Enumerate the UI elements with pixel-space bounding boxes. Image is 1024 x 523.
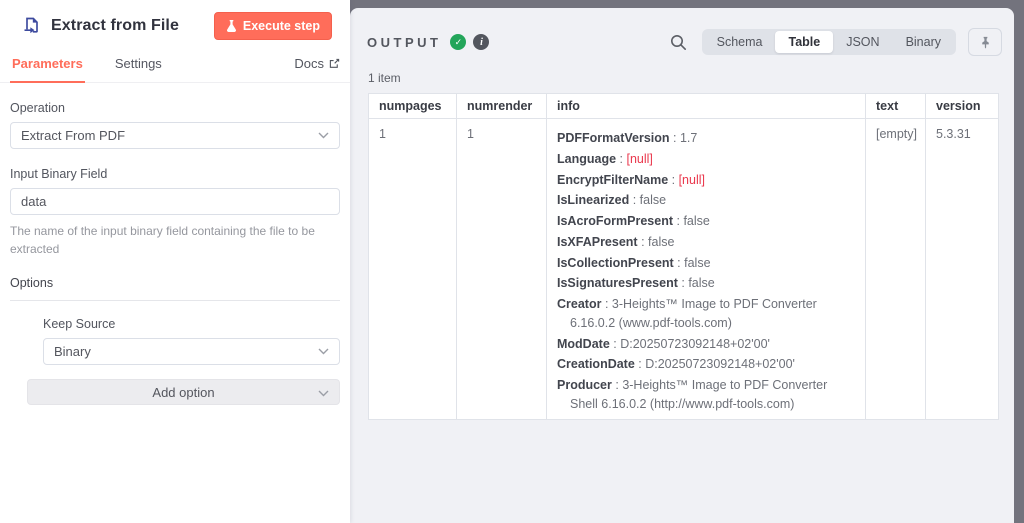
info-entry: IsLinearized : false xyxy=(557,191,855,210)
extract-from-file-node-icon xyxy=(22,16,42,36)
chevron-down-icon xyxy=(318,390,329,397)
info-entry: Creator : 3-Heights™ Image to PDF Conver… xyxy=(557,295,855,333)
operation-select[interactable]: Extract From PDF xyxy=(10,122,340,149)
add-option-label: Add option xyxy=(152,385,214,400)
operation-label: Operation xyxy=(10,101,340,115)
tab-settings[interactable]: Settings xyxy=(113,56,164,82)
output-view-switcher: Schema Table JSON Binary xyxy=(702,29,956,55)
cell-text: [empty] xyxy=(866,119,926,420)
success-check-icon: ✓ xyxy=(450,34,466,50)
chevron-down-icon xyxy=(318,132,329,139)
table-row: 1 1 PDFFormatVersion : 1.7 Language : [nu… xyxy=(369,119,999,420)
flask-icon xyxy=(226,20,237,32)
tab-parameters[interactable]: Parameters xyxy=(10,56,85,82)
pin-icon xyxy=(979,36,992,49)
info-entry: IsAcroFormPresent : false xyxy=(557,212,855,231)
info-entry: IsSignaturesPresent : false xyxy=(557,274,855,293)
col-header-text: text xyxy=(866,94,926,119)
output-table: numpages numrender info text version 1 1… xyxy=(368,93,999,420)
info-entry: IsCollectionPresent : false xyxy=(557,254,855,273)
info-cell: PDFFormatVersion : 1.7 Language : [null] E… xyxy=(547,119,866,420)
options-section-label: Options xyxy=(10,276,340,301)
info-entry: PDFFormatVersion : 1.7 xyxy=(557,129,855,148)
info-entry: EncryptFilterName : [null] xyxy=(557,171,855,190)
cell-version: 5.3.31 xyxy=(926,119,999,420)
output-title: OUTPUT xyxy=(367,35,441,50)
node-detail-view: Extract from File Execute step Parameter… xyxy=(0,0,1024,523)
info-entry: Producer : 3-Heights™ Image to PDF Conve… xyxy=(557,376,855,414)
options-body: Keep Source Binary xyxy=(43,317,340,365)
execute-step-label: Execute step xyxy=(243,19,320,33)
docs-link[interactable]: Docs xyxy=(294,56,340,82)
node-title: Extract from File xyxy=(51,17,214,35)
info-icon: i xyxy=(473,34,489,50)
cell-numrender: 1 xyxy=(457,119,547,420)
add-option-button[interactable]: Add option xyxy=(27,379,340,405)
external-link-icon xyxy=(329,58,340,69)
items-count: 1 item xyxy=(350,56,1014,92)
binary-field-hint: The name of the input binary field conta… xyxy=(10,222,340,258)
pin-data-button[interactable] xyxy=(968,28,1002,56)
col-header-info: info xyxy=(547,94,866,119)
info-entry: IsXFAPresent : false xyxy=(557,233,855,252)
node-settings-panel: Extract from File Execute step Parameter… xyxy=(0,0,350,523)
operation-value: Extract From PDF xyxy=(21,128,125,143)
info-entry: ModDate : D:20250723092148+02'00' xyxy=(557,335,855,354)
keep-source-value: Binary xyxy=(54,344,91,359)
chevron-down-icon xyxy=(318,348,329,355)
col-header-numpages: numpages xyxy=(369,94,457,119)
execute-step-button[interactable]: Execute step xyxy=(214,12,332,40)
table-header-row: numpages numrender info text version xyxy=(369,94,999,119)
info-entry: Language : [null] xyxy=(557,150,855,169)
parameters-form: Operation Extract From PDF Input Binary … xyxy=(0,83,350,405)
search-icon[interactable] xyxy=(670,34,687,51)
output-panel: OUTPUT ✓ i Schema Table JSON Binary 1 it… xyxy=(350,8,1014,523)
binary-field-input[interactable] xyxy=(10,188,340,215)
view-tab-schema[interactable]: Schema xyxy=(704,31,776,53)
docs-label: Docs xyxy=(294,56,324,71)
keep-source-label: Keep Source xyxy=(43,317,340,331)
view-tab-json[interactable]: JSON xyxy=(833,31,892,53)
view-tab-table[interactable]: Table xyxy=(775,31,833,53)
output-header: OUTPUT ✓ i Schema Table JSON Binary xyxy=(350,8,1014,56)
info-entry: CreationDate : D:20250723092148+02'00' xyxy=(557,355,855,374)
col-header-numrender: numrender xyxy=(457,94,547,119)
view-tab-binary[interactable]: Binary xyxy=(893,31,954,53)
cell-numpages: 1 xyxy=(369,119,457,420)
node-header: Extract from File Execute step xyxy=(0,0,350,40)
node-tabs: Parameters Settings Docs xyxy=(0,56,350,83)
binary-field-label: Input Binary Field xyxy=(10,167,340,181)
col-header-version: version xyxy=(926,94,999,119)
keep-source-select[interactable]: Binary xyxy=(43,338,340,365)
